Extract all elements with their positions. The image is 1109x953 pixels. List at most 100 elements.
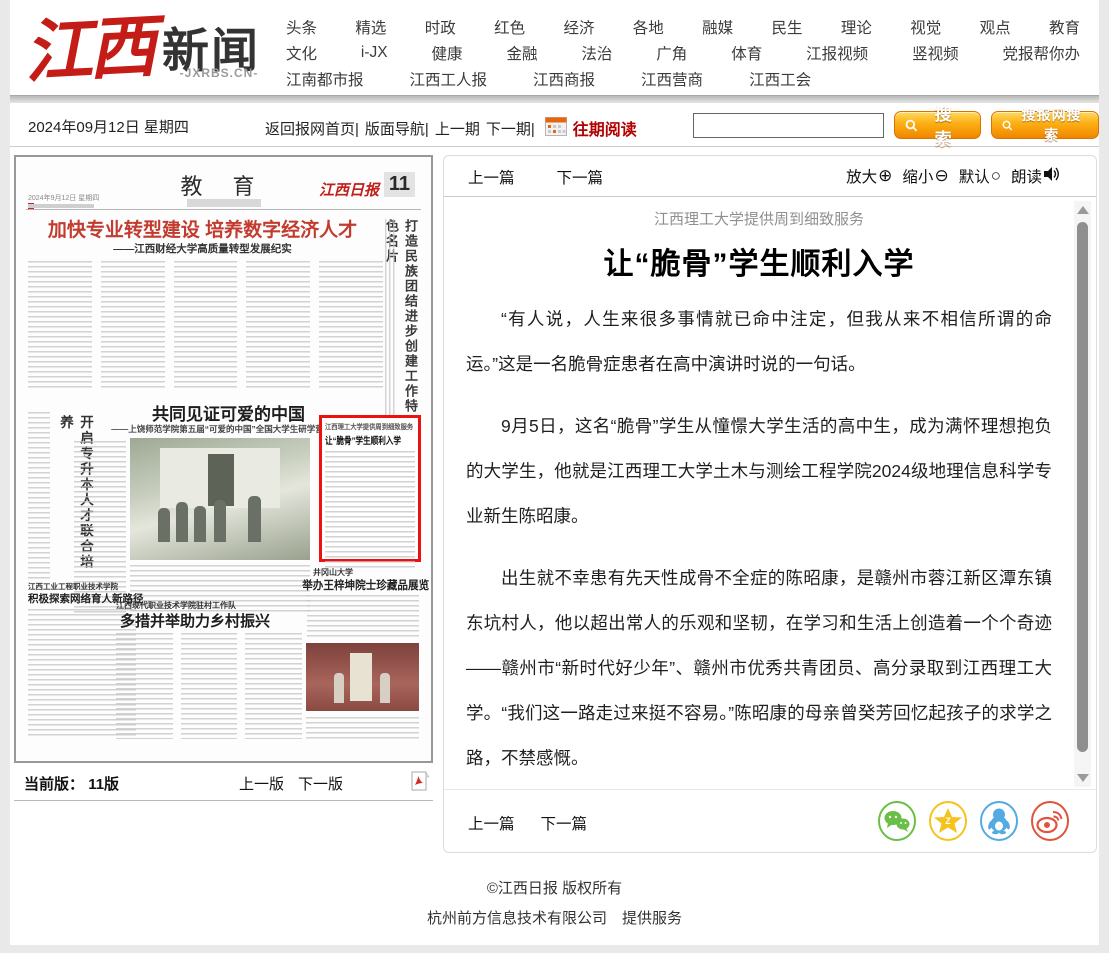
logo-brand: 江西 [21, 0, 154, 96]
nav-link[interactable]: 红色 [494, 16, 525, 38]
nav-link[interactable]: 时政 [425, 16, 456, 38]
nav-link[interactable]: 体育 [731, 42, 762, 64]
share-qq-icon[interactable] [979, 801, 1019, 846]
nav-link[interactable]: 民生 [772, 16, 803, 38]
pdf-icon[interactable] [411, 771, 429, 795]
thumb-photo-exhibition [306, 643, 419, 711]
read-aloud-button[interactable]: 朗读 [1011, 165, 1060, 187]
magnifier-icon [905, 119, 918, 132]
next-article-link-bottom[interactable]: 下一篇 [541, 812, 588, 834]
nav-link[interactable]: 理论 [841, 16, 872, 38]
nav-link[interactable]: 健康 [432, 42, 463, 64]
zoom-in-button[interactable]: 放大⊕ [846, 165, 892, 187]
nav-link[interactable]: 金融 [506, 42, 537, 64]
thumb-section-tag [187, 199, 261, 207]
article-body-scroll-area: 江西理工大学提供周到细致服务 让“脆骨”学生顺利入学 “有人说，人生来很多事情就… [444, 198, 1096, 790]
nav-link[interactable]: 江西商报 [533, 68, 595, 90]
thumb-paper-name: 江西日报 [319, 179, 379, 200]
thumb-masthead-rule [26, 209, 421, 210]
next-article-link[interactable]: 下一篇 [557, 166, 604, 188]
nav-row-1: 头条 精选 时政 红色 经济 各地 融媒 民生 理论 视觉 观点 教育 [286, 14, 1080, 40]
nav-link[interactable]: 江西工会 [749, 68, 811, 90]
nav-link[interactable]: 经济 [563, 16, 594, 38]
calendar-icon[interactable] [545, 116, 567, 140]
nav-link[interactable]: 精选 [355, 16, 386, 38]
nav-link[interactable]: 头条 [286, 16, 317, 38]
reader-toolbar: 上一篇 下一篇 放大⊕ 缩小⊖ 默认○ 朗读 [444, 156, 1096, 197]
share-qzone-icon[interactable]: Z [928, 801, 968, 846]
thumb-masthead-line [28, 204, 94, 208]
prev-page-link[interactable]: 上一版 [239, 773, 284, 794]
highlighted-article-box[interactable]: 江西理工大学提供周到细致服务 让“脆骨”学生顺利入学 [319, 415, 421, 562]
thumb-headline-2: 共同见证可爱的中国 [111, 400, 346, 425]
logo-domain: -JXRBS.CN- [168, 66, 270, 80]
site-footer: ©江西日报 版权所有 杭州前方信息技术有限公司 提供服务 [10, 874, 1099, 934]
nav-link[interactable]: 教育 [1049, 16, 1080, 38]
nav-link[interactable]: i-JX [361, 44, 388, 62]
nav-link[interactable]: 融媒 [702, 16, 733, 38]
nav-link[interactable]: 文化 [286, 42, 317, 64]
nav-link[interactable]: 江西工人报 [410, 68, 488, 90]
column-texture [116, 633, 302, 739]
reader-bottom-bar: 上一篇 下一篇 Z [444, 789, 1096, 852]
nav-link[interactable]: 党报帮你办 [1002, 42, 1080, 64]
search-input[interactable] [693, 113, 884, 138]
issue-nav-link[interactable]: 返回报网首页| [265, 118, 359, 139]
current-page-label: 当前版： [24, 776, 84, 793]
default-size-button[interactable]: 默认○ [959, 165, 1001, 187]
prev-article-link[interactable]: 上一篇 [468, 166, 515, 188]
nav-link[interactable]: 江西营商 [641, 68, 703, 90]
scrollbar[interactable] [1074, 201, 1091, 787]
search-area: 搜 索 搜报网搜索 [693, 111, 1099, 139]
share-weibo-icon[interactable] [1030, 801, 1070, 846]
column-texture [385, 219, 397, 434]
nav-link[interactable]: 各地 [633, 16, 664, 38]
issue-nav-link[interactable]: 下一期| [486, 118, 535, 139]
zoom-out-button[interactable]: 缩小⊖ [902, 165, 948, 187]
nav-link[interactable]: 法治 [581, 42, 612, 64]
svg-text:Z: Z [945, 816, 951, 826]
nav-link[interactable]: 广角 [656, 42, 687, 64]
nav-link[interactable]: 观点 [980, 16, 1011, 38]
nav-link[interactable]: 竖视频 [912, 42, 959, 64]
page-controls: 当前版： 11版 上一版 下一版 [14, 765, 433, 801]
nav-row-3: 江南都市报 江西工人报 江西商报 江西营商 江西工会 [286, 66, 1080, 92]
zoom-out-icon: ⊖ [934, 166, 948, 186]
nav-link[interactable]: 江报视频 [806, 42, 868, 64]
thumb-photo-students [130, 438, 310, 560]
thumb-boxed-kicker: 江西理工大学提供周到细致服务 [325, 422, 406, 432]
prev-article-link-bottom[interactable]: 上一篇 [468, 812, 515, 834]
netsearch-button[interactable]: 搜报网搜索 [991, 111, 1099, 139]
issue-toolbar: 2024年09月12日 星期四 返回报网首页| 版面导航| 上一期下一期| 往期阅读… [10, 103, 1099, 147]
column-texture [307, 595, 419, 639]
issue-date: 2024年09月12日 星期四 [28, 116, 189, 137]
column-texture [325, 451, 415, 569]
article-paragraph: “有人说，人生来很多事情就已命中注定，但我从来不相信所谓的命运。”这是一名脆骨症… [466, 297, 1052, 387]
thumb-boxed-title: 让“脆骨”学生顺利入学 [325, 433, 397, 447]
scroll-down-icon[interactable] [1077, 774, 1089, 782]
nav-row-2: 文化 i-JX 健康 金融 法治 广角 体育 江报视频 竖视频 党报帮你办 [286, 40, 1080, 66]
archive-reading-link[interactable]: 往期阅读 [573, 116, 637, 140]
magnifier-icon [1002, 120, 1013, 131]
search-button[interactable]: 搜 索 [894, 111, 981, 139]
article-title: 让“脆骨”学生顺利入学 [466, 239, 1052, 283]
newspaper-page-thumbnail[interactable]: 2024年9月12日 星期四 教 育 江西日报 11 加快专业转型建设 培养数字… [14, 155, 433, 763]
article-paragraph: 9月5日，这名“脆骨”学生从憧憬大学生活的高中生，成为满怀理想抱负的大学生，他就… [466, 404, 1052, 539]
nav-link[interactable]: 江南都市报 [286, 68, 364, 90]
issue-nav-link[interactable]: 上一期 [435, 118, 480, 139]
issue-links: 返回报网首页| 版面导航| 上一期下一期| 往期阅读 [265, 116, 637, 140]
newspaper-page: 2024年9月12日 星期四 教 育 江西日报 11 加快专业转型建设 培养数字… [16, 157, 431, 761]
column-texture [28, 412, 50, 580]
article-kicker: 江西理工大学提供周到细致服务 [466, 208, 1052, 229]
article-reader-panel: 上一篇 下一篇 放大⊕ 缩小⊖ 默认○ 朗读 江西理工大学提供周到细致服务 让“… [443, 155, 1097, 853]
share-wechat-icon[interactable] [877, 801, 917, 846]
issue-nav-link[interactable]: 版面导航| [365, 118, 429, 139]
scroll-up-icon[interactable] [1077, 206, 1089, 214]
nav-link[interactable]: 视觉 [910, 16, 941, 38]
main-nav: 头条 精选 时政 红色 经济 各地 融媒 民生 理论 视觉 观点 教育 文化 i-JX 健康 金融 法治 广角 体… [286, 14, 1080, 92]
thumb-headline-1-sub: ——江西财经大学高质量转型发展纪实 [40, 241, 365, 256]
scrollbar-thumb[interactable] [1077, 222, 1088, 752]
next-page-link[interactable]: 下一版 [298, 773, 343, 794]
zoom-in-icon: ⊕ [878, 166, 892, 186]
article-paragraph: 出生就不幸患有先天性成骨不全症的陈昭康，是赣州市蓉江新区潭东镇东坑村人，他以超出… [466, 556, 1052, 781]
